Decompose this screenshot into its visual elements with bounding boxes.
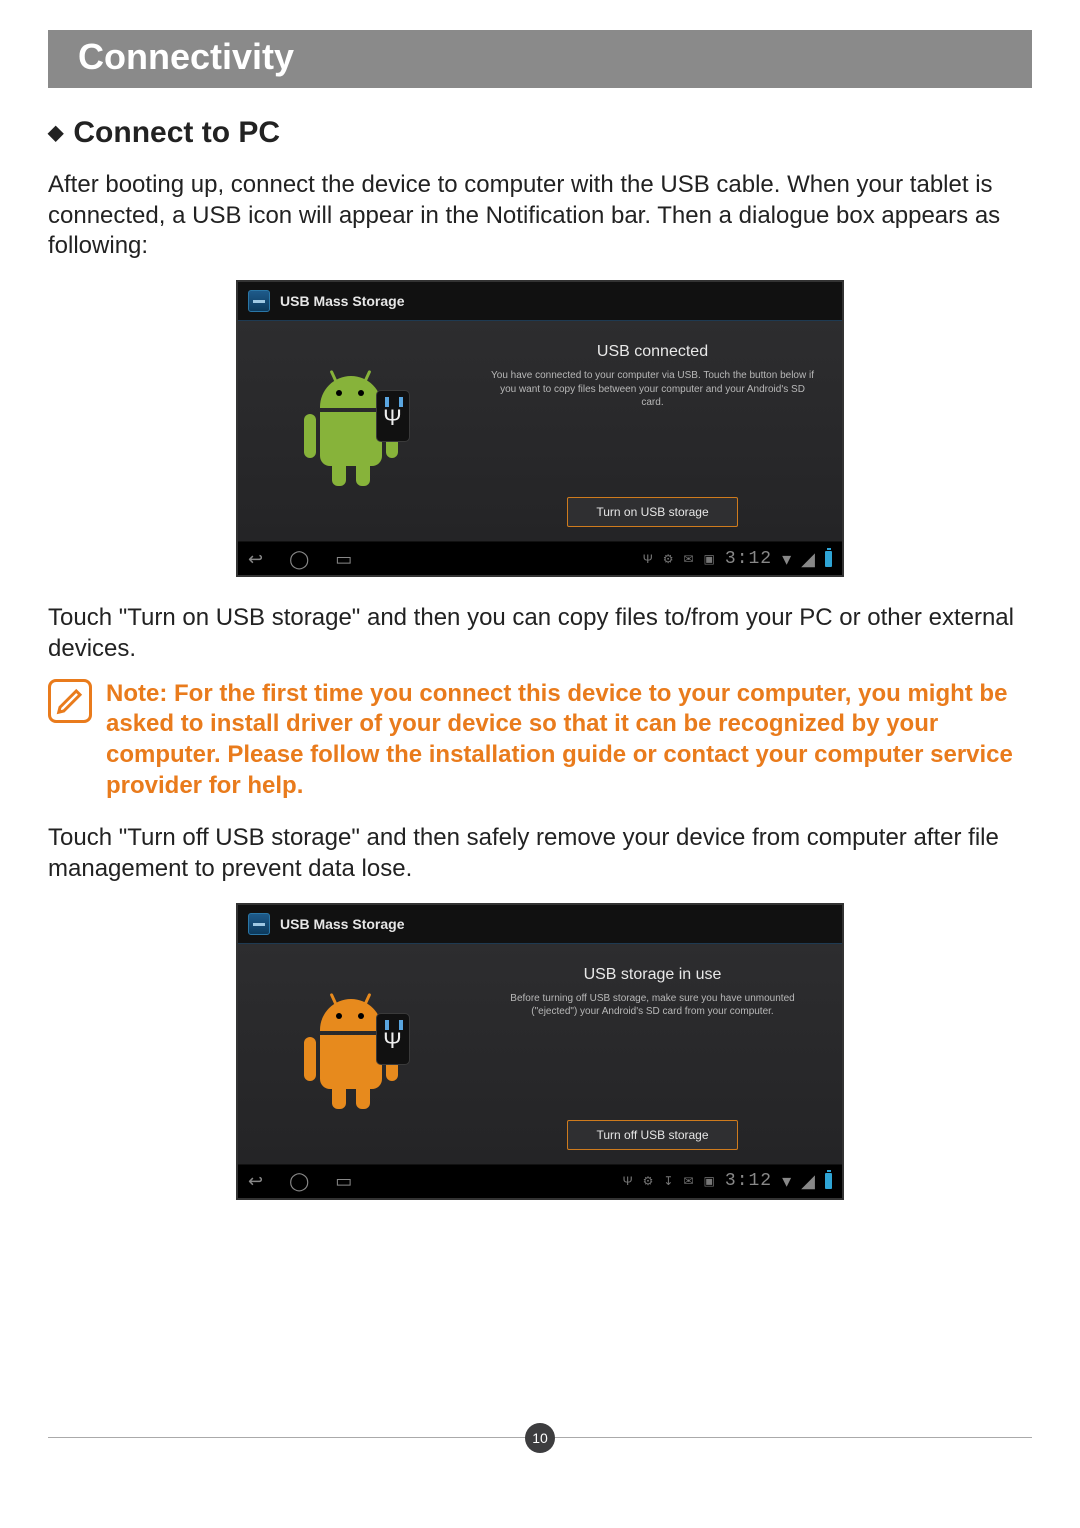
- subsection-heading: ◆ Connect to PC: [48, 116, 1032, 150]
- picture-status-icon: ▣: [704, 553, 715, 565]
- debug-status-icon: ⚙: [663, 553, 674, 565]
- note-text: Note: For the first time you connect thi…: [106, 679, 1032, 802]
- system-navbar: ↩ ◯ ▭ Ψ ⚙ ↧ ✉ ▣ 3:12 ▾ ◢: [238, 1164, 842, 1198]
- usb-plug-icon: Ψ: [376, 390, 410, 442]
- battery-icon: [825, 551, 832, 567]
- intro-paragraph: After booting up, connect the device to …: [48, 170, 1032, 262]
- section-header: Connectivity: [48, 30, 1032, 88]
- dialog-description: You have connected to your computer via …: [483, 369, 822, 410]
- usb-status-icon: Ψ: [623, 1175, 633, 1187]
- screenshot-usb-in-use: USB Mass Storage Ψ USB storage in use Be…: [48, 903, 1032, 1200]
- status-tray: Ψ ⚙ ↧ ✉ ▣ 3:12 ▾ ◢: [623, 1172, 832, 1190]
- status-tray: Ψ ⚙ ✉ ▣ 3:12 ▾ ◢: [643, 550, 832, 568]
- recent-apps-icon[interactable]: ▭: [335, 1172, 352, 1190]
- picture-status-icon: ▣: [704, 1175, 715, 1187]
- bullet-diamond-icon: ◆: [48, 123, 63, 143]
- system-navbar: ↩ ◯ ▭ Ψ ⚙ ✉ ▣ 3:12 ▾ ◢: [238, 541, 842, 575]
- app-titlebar: USB Mass Storage: [238, 282, 842, 321]
- app-icon: [248, 290, 270, 312]
- paragraph-turn-off: Touch "Turn off USB storage" and then sa…: [48, 823, 1032, 884]
- wifi-icon: ▾: [782, 1172, 791, 1190]
- debug-status-icon: ⚙: [643, 1175, 654, 1187]
- dialog-heading: USB connected: [483, 343, 822, 361]
- usb-plug-icon: Ψ: [376, 1013, 410, 1065]
- app-title: USB Mass Storage: [280, 293, 404, 309]
- note-callout: Note: For the first time you connect thi…: [48, 679, 1032, 802]
- usb-status-icon: Ψ: [643, 553, 653, 565]
- app-icon: [248, 913, 270, 935]
- status-clock: 3:12: [725, 550, 772, 568]
- status-clock: 3:12: [725, 1172, 772, 1190]
- signal-icon: ◢: [801, 1172, 815, 1190]
- page-number-badge: 10: [525, 1423, 555, 1453]
- android-illustration: Ψ: [238, 321, 463, 541]
- paragraph-turn-on: Touch "Turn on USB storage" and then you…: [48, 603, 1032, 664]
- signal-icon: ◢: [801, 550, 815, 568]
- app-titlebar: USB Mass Storage: [238, 905, 842, 944]
- dialog-heading: USB storage in use: [483, 966, 822, 984]
- back-icon[interactable]: ↩: [248, 550, 263, 568]
- mail-status-icon: ✉: [683, 553, 693, 565]
- note-icon: [48, 679, 92, 723]
- turn-on-usb-storage-button[interactable]: Turn on USB storage: [567, 497, 737, 527]
- back-icon[interactable]: ↩: [248, 1172, 263, 1190]
- home-icon[interactable]: ◯: [289, 1172, 309, 1190]
- wifi-icon: ▾: [782, 550, 791, 568]
- page-footer: 10: [48, 1437, 1032, 1468]
- screenshot-usb-connected: USB Mass Storage Ψ USB connected You hav…: [48, 280, 1032, 577]
- dialog-description: Before turning off USB storage, make sur…: [483, 992, 822, 1019]
- turn-off-usb-storage-button[interactable]: Turn off USB storage: [567, 1120, 737, 1150]
- battery-icon: [825, 1173, 832, 1189]
- mail-status-icon: ✉: [683, 1175, 693, 1187]
- app-title: USB Mass Storage: [280, 916, 404, 932]
- home-icon[interactable]: ◯: [289, 550, 309, 568]
- android-illustration: Ψ: [238, 944, 463, 1164]
- section-title: Connectivity: [78, 36, 294, 77]
- recent-apps-icon[interactable]: ▭: [335, 550, 352, 568]
- subsection-title: Connect to PC: [73, 116, 280, 150]
- download-status-icon: ↧: [663, 1175, 673, 1187]
